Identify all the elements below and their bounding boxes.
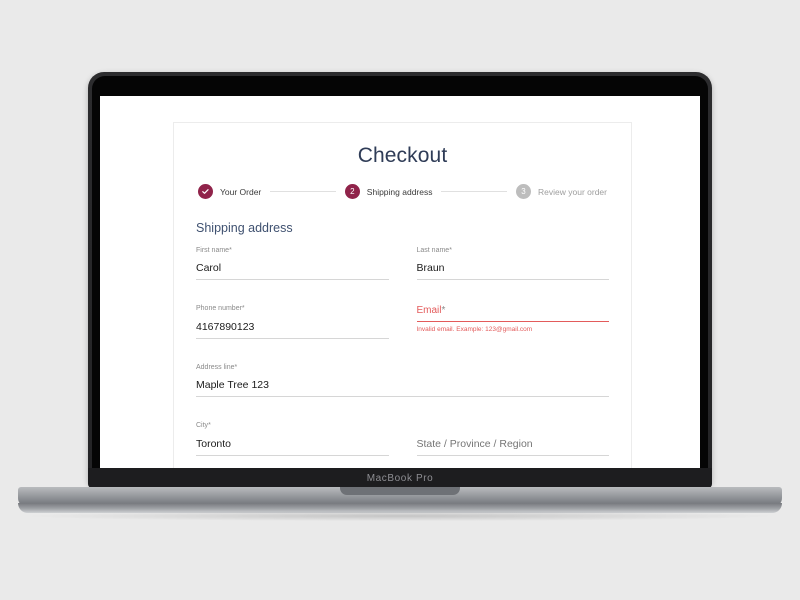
stepper-step-review-your-order[interactable]: 3 Review your order xyxy=(516,184,607,199)
label-phone-number: Phone number* xyxy=(196,305,245,313)
underline-address-line xyxy=(196,396,609,398)
required-marker: * xyxy=(441,305,446,317)
page-title: Checkout xyxy=(357,144,448,167)
row-spacer xyxy=(196,290,609,305)
browser-viewport: Checkout Your Order 2 Shipping address 3… xyxy=(100,96,700,468)
field-city: City* xyxy=(196,422,389,456)
step-number-badge-2: 2 xyxy=(344,184,360,199)
error-message-email: Invalid email. Example: 123@gmail.com xyxy=(416,326,533,334)
laptop-drop-shadow xyxy=(30,511,770,521)
checkout-stepper: Your Order 2 Shipping address 3 Review y… xyxy=(196,184,609,199)
label-address-line: Address line* xyxy=(196,363,238,371)
checkout-card: Checkout Your Order 2 Shipping address 3… xyxy=(173,122,632,468)
underline-city xyxy=(196,454,389,456)
row-spacer xyxy=(196,407,609,422)
laptop-chin: MacBook Pro xyxy=(88,468,712,488)
underline-phone-number xyxy=(196,337,389,339)
label-email: Email* xyxy=(416,305,446,317)
stepper-connector-2 xyxy=(441,191,508,192)
row-spacer xyxy=(196,349,609,364)
field-phone-number: Phone number* xyxy=(196,305,389,339)
required-marker: * xyxy=(208,422,211,430)
label-last-name: Last name* xyxy=(416,247,452,254)
required-marker: * xyxy=(449,247,452,254)
required-marker: * xyxy=(229,247,232,254)
state-province-region-input[interactable] xyxy=(416,436,609,452)
field-first-name: First name* xyxy=(196,247,389,281)
underline-email xyxy=(416,321,609,323)
laptop-mockup: Checkout Your Order 2 Shipping address 3… xyxy=(0,0,800,600)
underline-last-name xyxy=(416,279,609,281)
field-last-name: Last name* xyxy=(416,247,609,281)
field-email: Email* Invalid email. Example: 123@gmail… xyxy=(416,305,609,338)
form-row-city-state: City* xyxy=(196,422,610,456)
required-marker: * xyxy=(234,363,238,371)
device-model-label: MacBook Pro xyxy=(366,472,434,484)
last-name-input[interactable] xyxy=(416,261,609,277)
phone-number-input[interactable] xyxy=(196,319,389,335)
stepper-step-shipping-address[interactable]: 2 Shipping address xyxy=(344,184,433,199)
step-number-badge-3: 3 xyxy=(516,184,532,199)
section-title-shipping-address: Shipping address xyxy=(196,221,293,235)
address-line-input[interactable] xyxy=(196,378,609,394)
label-city: City* xyxy=(196,422,211,430)
first-name-input[interactable] xyxy=(196,261,389,277)
laptop-base-notch xyxy=(340,487,460,495)
label-first-name: First name* xyxy=(196,247,232,254)
stepper-step-your-order[interactable]: Your Order xyxy=(198,184,261,199)
underline-first-name xyxy=(196,279,389,281)
stepper-label-your-order: Your Order xyxy=(220,186,262,197)
form-row-phone-email: Phone number* Email* Invalid email. Exam… xyxy=(196,305,609,339)
form-row-address-line: Address line* xyxy=(196,363,609,398)
stepper-label-review-your-order: Review your order xyxy=(538,186,607,197)
required-marker: * xyxy=(241,305,245,313)
stepper-label-shipping-address: Shipping address xyxy=(366,186,433,197)
check-icon xyxy=(198,184,213,199)
stepper-connector-1 xyxy=(270,191,336,192)
field-state-province-region xyxy=(416,422,610,456)
field-address-line: Address line* xyxy=(196,363,609,398)
city-input[interactable] xyxy=(196,436,389,452)
form-row-names: First name* Last name* xyxy=(196,247,609,281)
label-state-province-region xyxy=(417,422,610,430)
underline-state-province-region xyxy=(416,454,609,456)
